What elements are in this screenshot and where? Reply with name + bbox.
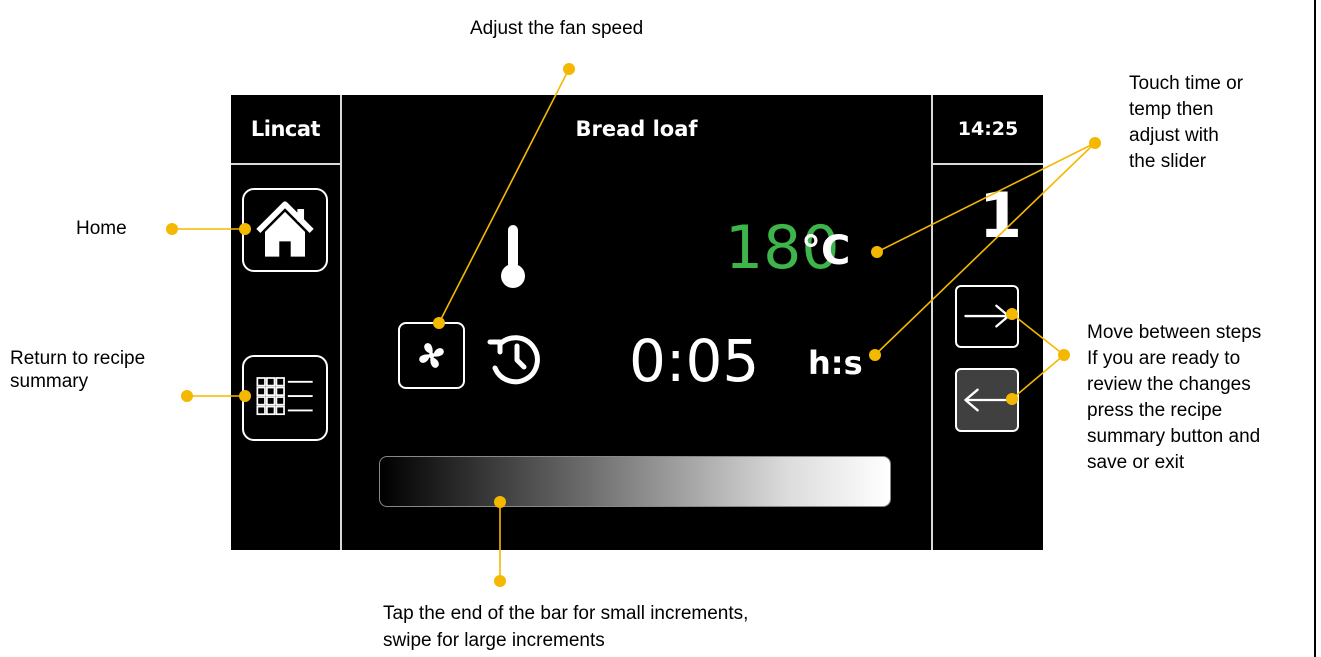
callout-dot bbox=[494, 496, 506, 508]
annotation-line: Touch time or bbox=[1129, 73, 1244, 94]
callout-dot bbox=[1006, 308, 1018, 320]
step-number: 1 bbox=[979, 179, 1023, 252]
callout-dot bbox=[1058, 349, 1070, 361]
annotation-line: summary button and bbox=[1087, 426, 1261, 447]
clock: 14:25 bbox=[957, 118, 1019, 140]
page-edge-rule bbox=[1314, 0, 1316, 657]
annotation-line: save or exit bbox=[1087, 452, 1185, 473]
callout-dot bbox=[871, 246, 883, 258]
fan-icon bbox=[419, 343, 444, 368]
callout-dot bbox=[1089, 137, 1101, 149]
callout-dot bbox=[563, 63, 575, 75]
home-icon bbox=[256, 201, 314, 257]
annotation-line: the slider bbox=[1129, 151, 1207, 172]
annotation-line: press the recipe bbox=[1087, 400, 1223, 421]
brand-logo: Lincat bbox=[250, 117, 321, 141]
annotation-home: Home bbox=[76, 218, 127, 239]
annotation-fan: Adjust the fan speed bbox=[470, 18, 644, 39]
oven-control-screen: Lincat Bread loaf 14:25 180 °C 0:05 h:s … bbox=[231, 95, 1043, 550]
time-unit: h:s bbox=[808, 344, 863, 382]
callout-dot bbox=[433, 317, 445, 329]
recipe-summary-button[interactable] bbox=[242, 355, 328, 441]
divider bbox=[340, 95, 342, 550]
annotation-line: adjust with bbox=[1129, 125, 1219, 146]
annotation-line: Tap the end of the bar for small increme… bbox=[383, 603, 749, 624]
annotation-touch: Touch time or temp then adjust with the … bbox=[1129, 71, 1243, 175]
annotation-bar: Tap the end of the bar for small increme… bbox=[383, 600, 748, 654]
thermometer-icon bbox=[501, 225, 525, 288]
annotation-line: temp then bbox=[1129, 99, 1214, 120]
annotation-line: Move between steps bbox=[1087, 322, 1262, 343]
callout-dot bbox=[869, 349, 881, 361]
annotation-steps: Move between steps If you are ready to r… bbox=[1087, 320, 1261, 476]
callout-dot bbox=[494, 575, 506, 587]
annotation-line: Return to recipe bbox=[10, 348, 146, 369]
annotation-line: review the changes bbox=[1087, 374, 1251, 395]
callout-dot bbox=[239, 390, 251, 402]
adjust-slider[interactable] bbox=[379, 456, 891, 507]
divider bbox=[231, 163, 340, 165]
recipe-summary-icon bbox=[256, 377, 313, 416]
callout-dot bbox=[166, 223, 178, 235]
callout-dot bbox=[181, 390, 193, 402]
temperature-unit: °C bbox=[801, 228, 851, 274]
annotation-line: swipe for large increments bbox=[383, 630, 605, 651]
home-button[interactable] bbox=[242, 188, 328, 272]
divider bbox=[933, 163, 1043, 165]
callout-dot bbox=[1006, 393, 1018, 405]
fan-speed-button[interactable] bbox=[398, 322, 465, 389]
recipe-title: Bread loaf bbox=[575, 117, 698, 141]
timer-icon bbox=[487, 335, 540, 385]
annotation-summary: Return to recipe summary bbox=[10, 347, 145, 393]
callout-dot bbox=[239, 223, 251, 235]
annotation-line: summary bbox=[10, 371, 89, 392]
time-value[interactable]: 0:05 bbox=[629, 326, 759, 396]
annotation-line: If you are ready to bbox=[1087, 348, 1241, 369]
